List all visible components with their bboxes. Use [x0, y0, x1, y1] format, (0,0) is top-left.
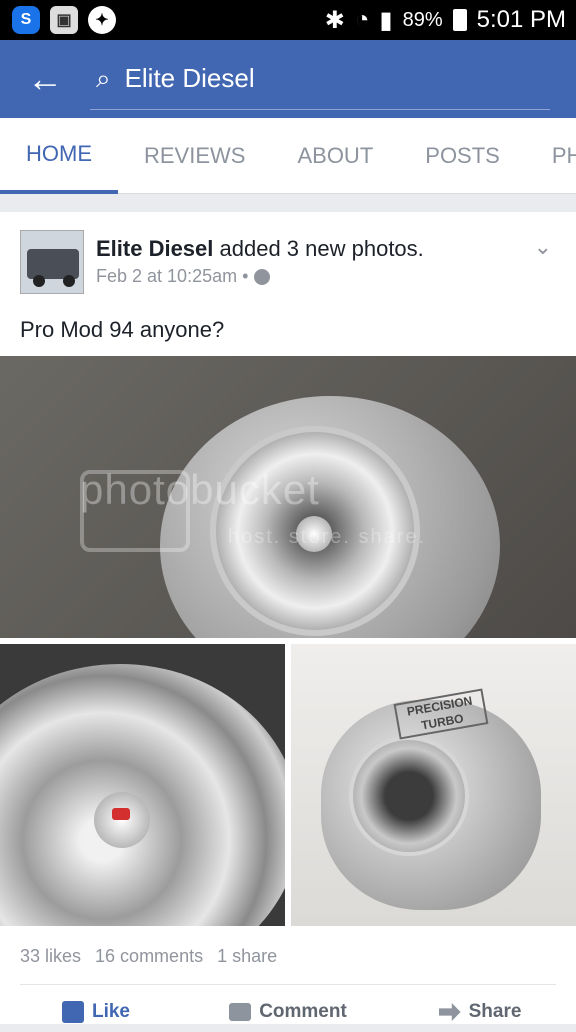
back-arrow-icon[interactable]: ←	[0, 58, 90, 100]
tab-about[interactable]: ABOUT	[271, 118, 399, 194]
tab-reviews[interactable]: REVIEWS	[118, 118, 271, 194]
app-bar: ← ⌕ Elite Diesel	[0, 40, 576, 118]
comments-count[interactable]: 16 comments	[95, 946, 203, 967]
photo-app-icon: ▣	[50, 6, 78, 34]
tab-photos[interactable]: PHO	[526, 118, 576, 194]
comment-button[interactable]: Comment	[192, 1001, 384, 1023]
post-actions: Like Comment Share	[0, 992, 576, 1032]
signal-icon: ▮	[379, 6, 393, 34]
post-text: Pro Mod 94 anyone?	[20, 317, 225, 342]
status-bar: S ▣ ✦ ✱ ◔ ▮ 89% 5:01 PM	[0, 0, 576, 40]
share-button[interactable]: Share	[384, 1001, 576, 1023]
post-title: Elite Diesel added 3 new photos.	[96, 236, 424, 262]
tab-posts[interactable]: POSTS	[399, 118, 526, 194]
post-header: Elite Diesel added 3 new photos. Feb 2 a…	[20, 230, 424, 294]
comment-icon	[229, 1003, 252, 1021]
likes-count[interactable]: 33 likes	[20, 946, 81, 967]
thumbs-up-icon	[61, 1001, 84, 1023]
watermark-subtext: host. store. share.	[228, 526, 427, 548]
watermark-text: photobucket	[80, 466, 320, 513]
divider	[20, 984, 556, 985]
post-author[interactable]: Elite Diesel	[96, 236, 213, 261]
post-stats: 33 likes 16 comments 1 share	[20, 946, 277, 967]
messenger-icon: ✦	[88, 6, 116, 34]
s-app-icon: S	[12, 6, 40, 34]
battery-percent: 89%	[402, 8, 443, 31]
wifi-icon: ◔	[354, 6, 370, 33]
shares-count[interactable]: 1 share	[217, 946, 277, 967]
post-card: Elite Diesel added 3 new photos. Feb 2 a…	[0, 212, 576, 1024]
search-icon: ⌕	[96, 62, 111, 93]
post-time: Feb 2 at 10:25am •	[96, 266, 424, 287]
share-icon	[438, 1003, 461, 1021]
search-text: Elite Diesel	[124, 63, 255, 93]
bluetooth-icon: ✱	[324, 6, 345, 34]
post-action: added 3 new photos.	[213, 236, 424, 261]
photo-main[interactable]: photobucket host. store. share.	[0, 356, 576, 638]
page-tabs: HOME REVIEWS ABOUT POSTS PHO	[0, 118, 576, 194]
chevron-down-icon[interactable]: ⌄	[534, 234, 552, 260]
photo-left[interactable]	[0, 644, 285, 926]
clock: 5:01 PM	[476, 6, 566, 33]
like-button[interactable]: Like	[0, 1001, 192, 1023]
tab-home[interactable]: HOME	[0, 118, 118, 194]
globe-icon	[254, 268, 271, 285]
search-field[interactable]: ⌕ Elite Diesel	[90, 48, 550, 110]
avatar[interactable]	[20, 230, 84, 294]
photo-right[interactable]: PRECISION TURBO	[291, 644, 576, 926]
battery-icon	[452, 9, 467, 31]
